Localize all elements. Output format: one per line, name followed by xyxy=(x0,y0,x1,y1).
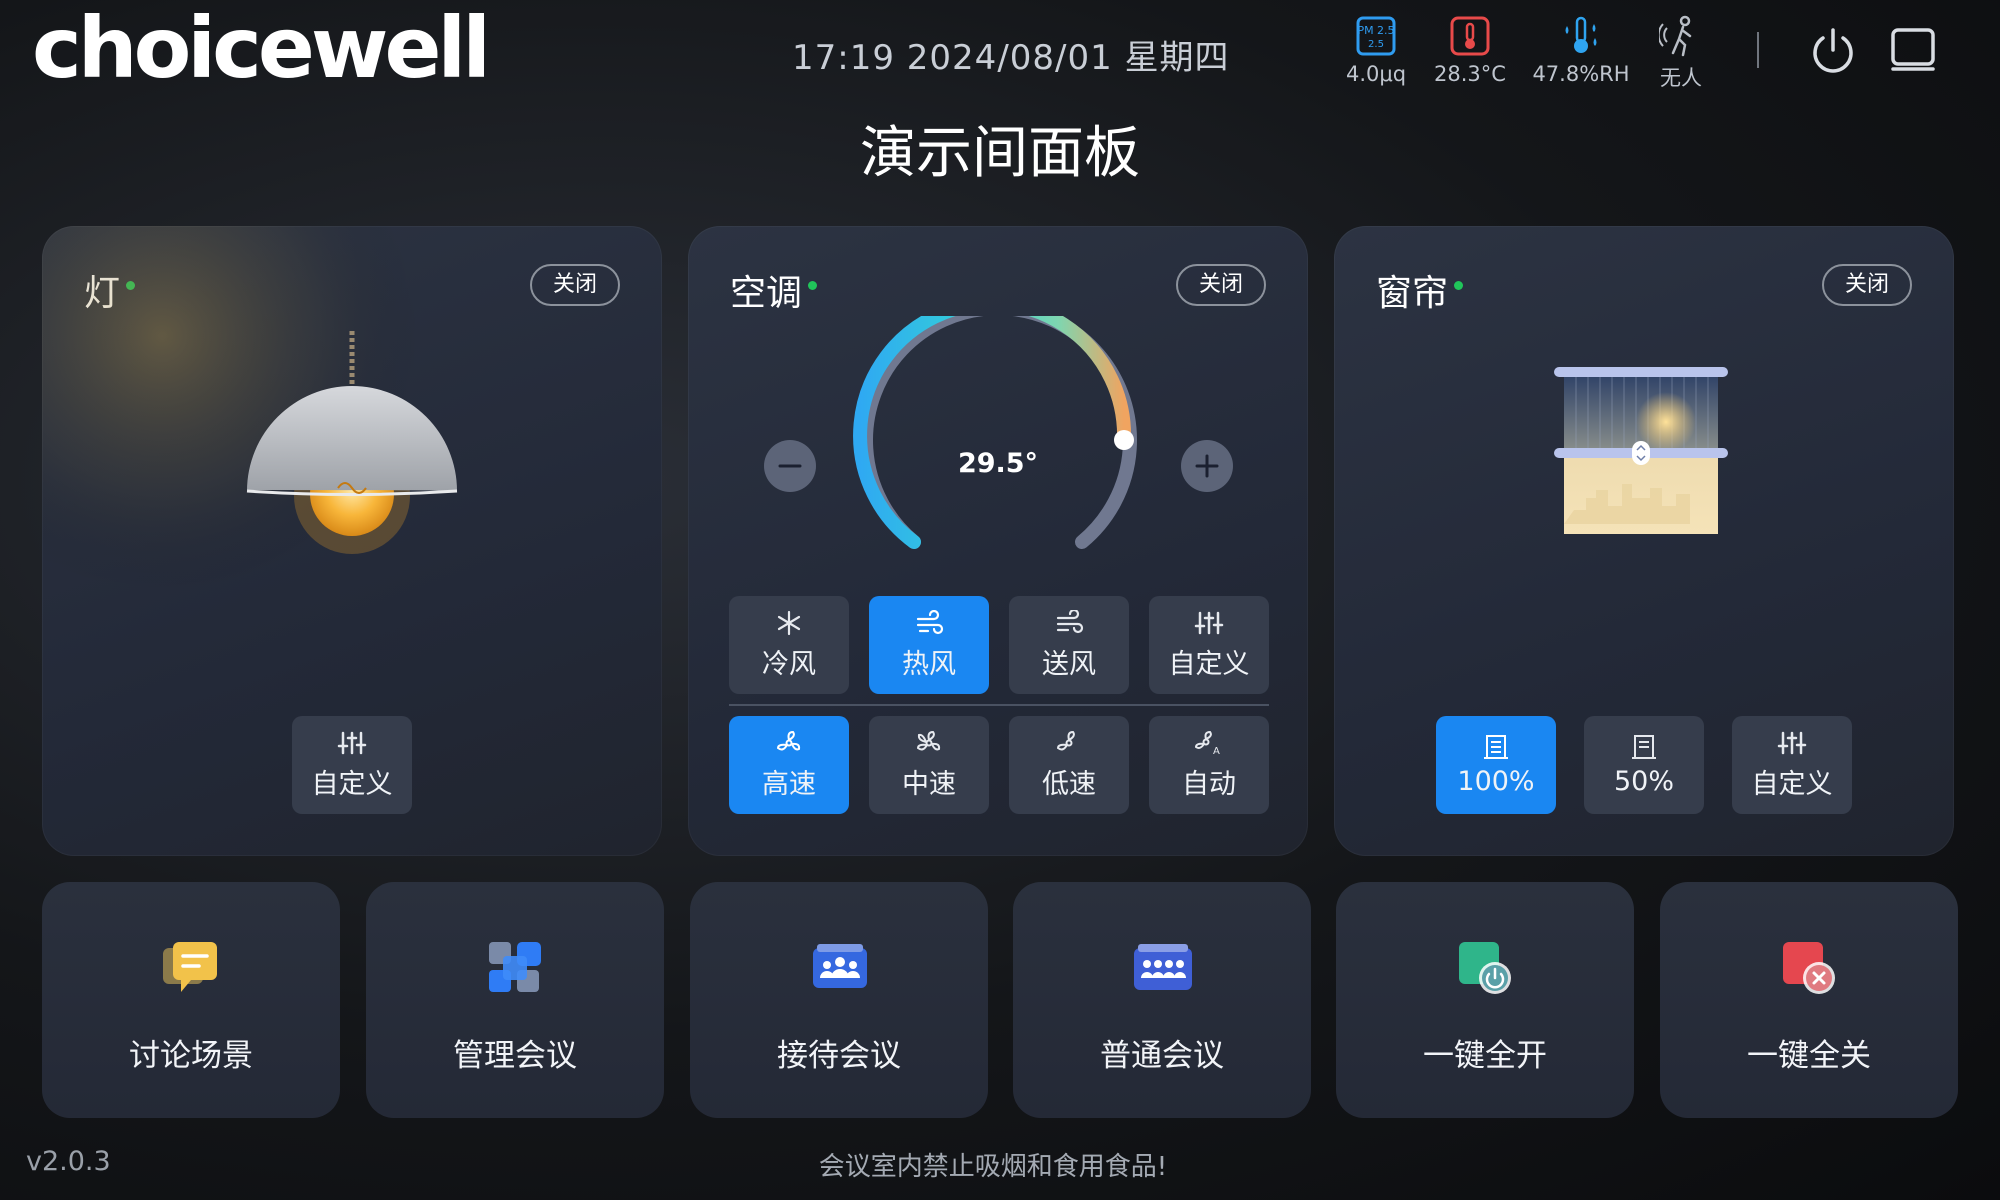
temperature-value: 29.5° xyxy=(957,448,1039,479)
humidity-value: 47.8%RH xyxy=(1532,62,1630,86)
curtain-custom-button[interactable]: 自定义 xyxy=(1732,716,1852,814)
fan-low-icon xyxy=(1056,730,1075,750)
ac-mode-custom[interactable]: 自定义 xyxy=(1149,596,1269,694)
svg-text:PM 2.5: PM 2.5 xyxy=(1357,24,1394,37)
fan-auto-icon: A xyxy=(1194,730,1220,756)
hot-wind-icon xyxy=(916,609,944,634)
curtain-close-button[interactable]: 关闭 xyxy=(1822,264,1912,306)
wind-icon xyxy=(1056,609,1084,633)
ac-speed-high[interactable]: 高速 xyxy=(729,716,849,814)
ac-speed-high-label: 高速 xyxy=(762,768,816,800)
svg-text:A: A xyxy=(1213,746,1220,756)
fan-mid-icon xyxy=(916,730,941,750)
minus-icon xyxy=(778,464,802,468)
ac-speed-mid[interactable]: 中速 xyxy=(869,716,989,814)
ac-title: 空调 xyxy=(730,273,803,314)
sliders-icon xyxy=(1777,731,1807,754)
ac-status-dot xyxy=(808,281,817,290)
snowflake-icon xyxy=(777,610,801,635)
temperature-sensor: 28.3°C xyxy=(1420,14,1520,86)
ac-speed-low-label: 低速 xyxy=(1042,768,1096,800)
all-off-icon xyxy=(1783,942,1835,994)
curtain-card: 窗帘 关闭 100% 50% 自定义 xyxy=(1334,226,1954,856)
svg-text:2.5: 2.5 xyxy=(1368,39,1384,50)
light-custom-label: 自定义 xyxy=(311,768,393,800)
pm25-value: 4.0μq xyxy=(1345,62,1407,86)
curtain-status-dot xyxy=(1454,281,1463,290)
curtain-50-label: 50% xyxy=(1613,765,1674,797)
fan-high-icon xyxy=(776,730,801,750)
ac-mode-fan[interactable]: 送风 xyxy=(1009,596,1129,694)
plus-icon xyxy=(1195,454,1219,478)
ac-speed-mid-label: 中速 xyxy=(902,768,956,800)
curtain-illustration[interactable] xyxy=(1554,360,1734,540)
ac-speed-auto-label: 自动 xyxy=(1182,768,1236,800)
header-divider xyxy=(1757,32,1759,68)
power-button[interactable] xyxy=(1805,22,1861,78)
temperature-decrease-button[interactable] xyxy=(764,440,816,492)
curtain-icon xyxy=(1632,734,1656,759)
curtain-title: 窗帘 xyxy=(1376,273,1449,314)
scene-management-button[interactable]: 管理会议 xyxy=(366,882,664,1118)
ac-mode-cool[interactable]: 冷风 xyxy=(729,596,849,694)
temperature-increase-button[interactable] xyxy=(1181,440,1233,492)
ac-mode-fan-label: 送风 xyxy=(1042,648,1096,680)
ac-close-button[interactable]: 关闭 xyxy=(1176,264,1266,306)
curtain-icon xyxy=(1484,734,1508,759)
ac-mode-cool-label: 冷风 xyxy=(762,648,816,680)
ac-mode-heat[interactable]: 热风 xyxy=(869,596,989,694)
presence-sensor: 无人 xyxy=(1631,14,1731,92)
temperature-dial-knob xyxy=(1114,430,1134,450)
thermometer-icon xyxy=(1450,16,1490,56)
ac-card: 空调 关闭 29.5° 冷风 热风 送风 自定义 高速 中速 低速 A 自动 xyxy=(688,226,1308,856)
light-custom-button[interactable]: 自定义 xyxy=(292,716,412,814)
chat-icon xyxy=(163,942,217,992)
pm25-icon: PM 2.5 2.5 xyxy=(1356,16,1396,56)
pm25-sensor: PM 2.5 2.5 4.0μq xyxy=(1326,14,1426,86)
humidity-icon xyxy=(1565,16,1597,53)
all-on-icon xyxy=(1459,942,1511,994)
presence-icon xyxy=(1659,15,1692,57)
brand-logo: choicewell xyxy=(32,0,491,97)
meeting-icon xyxy=(1134,944,1192,990)
datetime: 17:19 2024/08/01 星期四 xyxy=(792,38,1230,78)
all-off-label: 一键全关 xyxy=(1747,1038,1871,1074)
temperature-value: 28.3°C xyxy=(1434,62,1506,86)
curtain-100-label: 100% xyxy=(1457,765,1535,797)
ac-mode-heat-label: 热风 xyxy=(902,648,956,680)
scene-reception-label: 接待会议 xyxy=(777,1038,901,1074)
humidity-sensor: 47.8%RH xyxy=(1531,14,1631,86)
curtain-50-button[interactable]: 50% xyxy=(1584,716,1704,814)
reception-icon xyxy=(813,944,867,988)
scene-discussion-label: 讨论场景 xyxy=(129,1038,253,1074)
ac-speed-auto[interactable]: A 自动 xyxy=(1149,716,1269,814)
scene-general-button[interactable]: 普通会议 xyxy=(1013,882,1311,1118)
curtain-custom-label: 自定义 xyxy=(1751,768,1833,800)
scene-general-label: 普通会议 xyxy=(1100,1038,1224,1074)
notice-text: 会议室内禁止吸烟和食用食品! xyxy=(818,1152,1168,1182)
sliders-icon xyxy=(1194,611,1224,634)
light-card: 灯 关闭 xyxy=(42,226,662,856)
ac-mode-custom-label: 自定义 xyxy=(1168,648,1250,680)
curtain-100-button[interactable]: 100% xyxy=(1436,716,1556,814)
power-icon xyxy=(1813,28,1853,73)
ac-divider xyxy=(729,704,1269,706)
page-title: 演示间面板 xyxy=(860,121,1140,186)
presence-value: 无人 xyxy=(1660,66,1702,90)
all-off-button[interactable]: 一键全关 xyxy=(1660,882,1958,1118)
all-on-button[interactable]: 一键全开 xyxy=(1336,882,1634,1118)
ac-speed-low[interactable]: 低速 xyxy=(1009,716,1129,814)
scene-reception-button[interactable]: 接待会议 xyxy=(690,882,988,1118)
screen-icon xyxy=(1891,28,1935,71)
sliders-icon xyxy=(337,731,367,754)
scene-discussion-button[interactable]: 讨论场景 xyxy=(42,882,340,1118)
grid-icon xyxy=(489,942,541,992)
screen-button[interactable] xyxy=(1886,22,1942,78)
all-on-label: 一键全开 xyxy=(1423,1038,1547,1074)
scene-management-label: 管理会议 xyxy=(453,1038,577,1074)
